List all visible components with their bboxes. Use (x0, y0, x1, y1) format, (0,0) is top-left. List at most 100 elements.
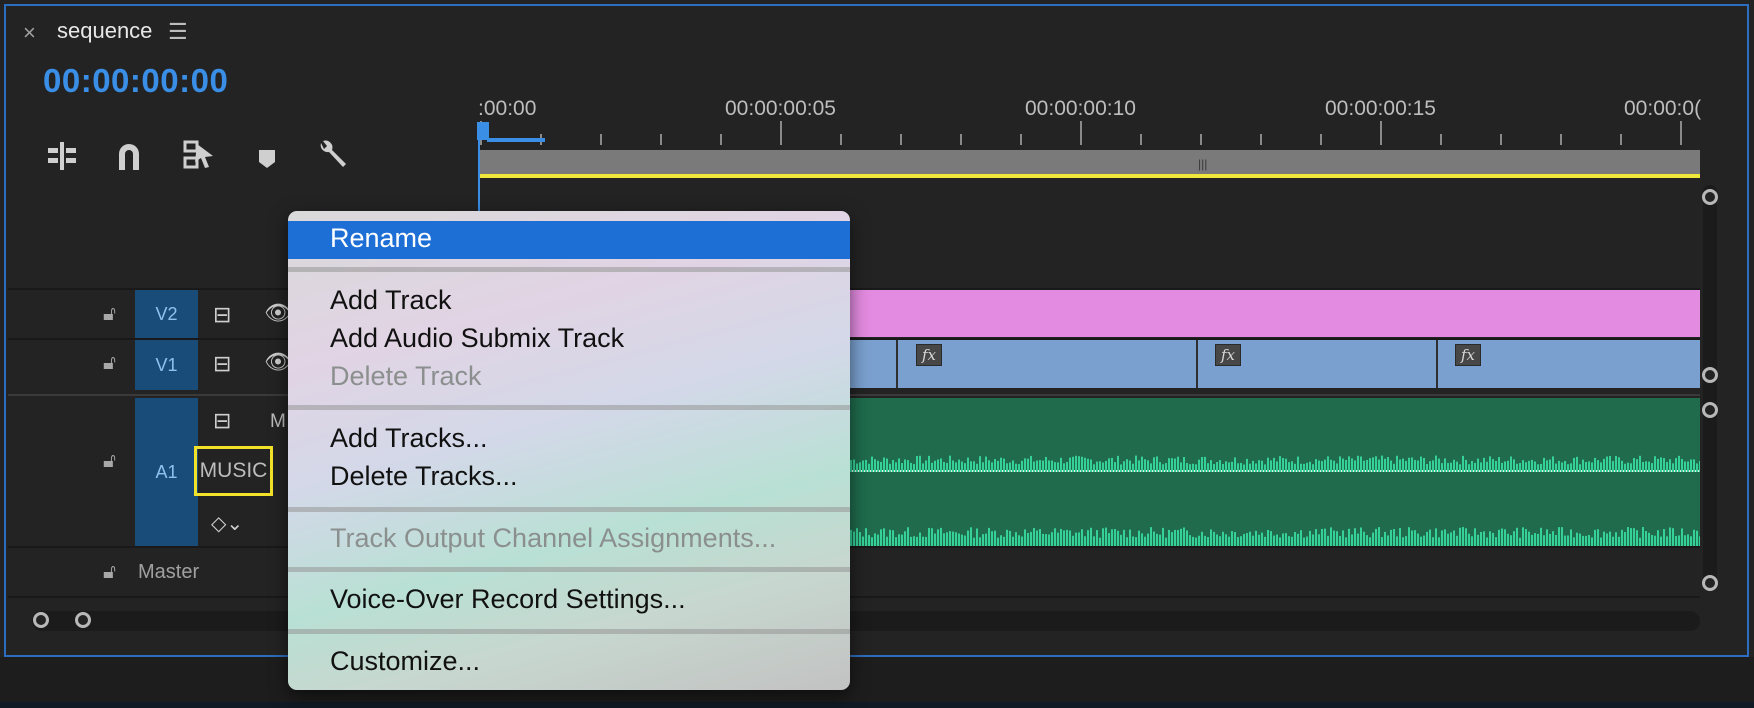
ruler-minor-tick (1200, 134, 1202, 145)
waveform-bar (1381, 455, 1383, 472)
a1-sync-lock-icon[interactable]: ⊟ (213, 408, 231, 434)
waveform-bar (1504, 529, 1506, 546)
work-area-bar[interactable] (480, 150, 1700, 174)
waveform-bar (1393, 529, 1395, 546)
waveform-bar (1336, 463, 1338, 472)
waveform-bar (1123, 461, 1125, 472)
waveform-bar (1447, 533, 1449, 546)
playhead-timecode[interactable]: 00:00:00:00 (43, 62, 228, 100)
waveform-bar (1624, 531, 1626, 546)
v1-sync-lock-icon[interactable]: ⊟ (213, 351, 231, 377)
menu-separator (288, 405, 850, 410)
master-lock-icon[interactable]: 🔓︎ (103, 561, 116, 584)
a1-lock-icon[interactable]: 🔓︎ (103, 450, 116, 473)
menu-item-add-tracks[interactable]: Add Tracks... (330, 423, 488, 454)
waveform-bar (1486, 461, 1488, 472)
work-area-grip-icon[interactable]: ||| (1198, 157, 1207, 171)
menu-item-customize[interactable]: Customize... (330, 646, 480, 677)
waveform-bar (1054, 528, 1056, 546)
menu-item-add-track[interactable]: Add Track (330, 285, 452, 316)
waveform-bar (1450, 462, 1452, 472)
waveform-bar (1411, 530, 1413, 546)
waveform-bar (1687, 461, 1689, 472)
waveform-bar (958, 533, 960, 546)
menu-item-add-audio-submix-track[interactable]: Add Audio Submix Track (330, 323, 624, 354)
waveform-bar (1276, 534, 1278, 546)
waveform-bar (1111, 457, 1113, 472)
waveform-bar (1534, 461, 1536, 472)
panel-menu-icon[interactable]: ☰ (168, 19, 188, 45)
vscroll-knob-top[interactable] (1702, 189, 1718, 205)
waveform-bar (1213, 464, 1215, 472)
vertical-scrollbar[interactable] (1703, 185, 1717, 585)
v2-track-label[interactable]: V2 (135, 290, 198, 338)
v1-track-label[interactable]: V1 (135, 340, 198, 390)
add-marker-icon[interactable] (245, 139, 289, 183)
waveform-bar (1456, 461, 1458, 472)
waveform-bar (1099, 461, 1101, 472)
waveform-bar (1294, 463, 1296, 472)
waveform-bar (871, 537, 873, 546)
vscroll-knob-video-end[interactable] (1702, 367, 1718, 383)
insert-sequence-nest-icon[interactable] (40, 139, 84, 183)
fx-badge-icon[interactable]: fx (916, 344, 942, 366)
menu-item-voice-over-record-settings[interactable]: Voice-Over Record Settings... (330, 584, 686, 615)
hscroll-knob-left[interactable] (33, 612, 49, 628)
a1-mute-button[interactable]: M (270, 411, 286, 433)
waveform-bar (1291, 536, 1293, 546)
menu-item-delete-tracks[interactable]: Delete Tracks... (330, 461, 518, 492)
waveform-bar (1558, 527, 1560, 546)
a1-track-label[interactable]: A1 (135, 398, 198, 546)
waveform-bar (1093, 536, 1095, 546)
v1-clip-edit-point[interactable] (1436, 340, 1438, 388)
linked-selection-icon[interactable] (177, 139, 221, 183)
waveform-bar (1360, 456, 1362, 472)
hscroll-knob-right[interactable] (75, 612, 91, 628)
waveform-bar (1117, 530, 1119, 546)
menu-item-rename[interactable]: Rename (330, 223, 432, 254)
close-tab-icon[interactable]: × (23, 20, 36, 46)
waveform-bar (1297, 533, 1299, 546)
snap-magnet-icon[interactable] (107, 139, 151, 183)
waveform-bar (1543, 457, 1545, 472)
waveform-bar (1582, 535, 1584, 546)
waveform-bar (1249, 531, 1251, 546)
v1-lock-icon[interactable]: 🔓︎ (103, 352, 116, 375)
waveform-bar (985, 456, 987, 472)
waveform-bar (1105, 460, 1107, 472)
waveform-bar (1045, 534, 1047, 546)
horizontal-scrollbar[interactable] (32, 611, 1700, 631)
video-audio-divider[interactable] (8, 394, 1700, 396)
waveform-bar (865, 459, 867, 472)
v1-clip[interactable] (850, 340, 1700, 388)
fx-badge-icon[interactable]: fx (1215, 344, 1241, 366)
waveform-bar (988, 527, 990, 546)
waveform-bar (1360, 527, 1362, 546)
waveform-bar (1243, 533, 1245, 546)
waveform-bar (877, 460, 879, 472)
waveform-bar (1270, 531, 1272, 546)
waveform-bar (1312, 464, 1314, 472)
waveform-bar (850, 460, 852, 472)
v2-lock-icon[interactable]: 🔓︎ (103, 303, 116, 326)
waveform-bar (853, 531, 855, 546)
timeline-settings-wrench-icon[interactable] (311, 139, 355, 183)
waveform-bar (1426, 531, 1428, 546)
a1-keyframe-icon[interactable]: ◇⌄ (211, 511, 243, 536)
v1-clip-edit-point[interactable] (1196, 340, 1198, 388)
v1-clip-edit-point[interactable] (896, 340, 898, 388)
waveform-bar (1309, 530, 1311, 546)
waveform-bar (928, 455, 930, 472)
v2-clip[interactable] (850, 290, 1700, 337)
vscroll-knob-bottom[interactable] (1702, 575, 1718, 591)
waveform-bar (943, 461, 945, 472)
waveform-bar (1210, 460, 1212, 472)
sequence-tab-title[interactable]: sequence (57, 18, 152, 44)
fx-badge-icon[interactable]: fx (1455, 344, 1481, 366)
waveform-bar (1390, 529, 1392, 546)
vscroll-knob-audio-start[interactable] (1702, 402, 1718, 418)
a1-track-name[interactable]: MUSIC (194, 446, 273, 496)
waveform-bar (1327, 456, 1329, 472)
waveform-bar (907, 460, 909, 472)
v2-sync-lock-icon[interactable]: ⊟ (213, 302, 231, 328)
